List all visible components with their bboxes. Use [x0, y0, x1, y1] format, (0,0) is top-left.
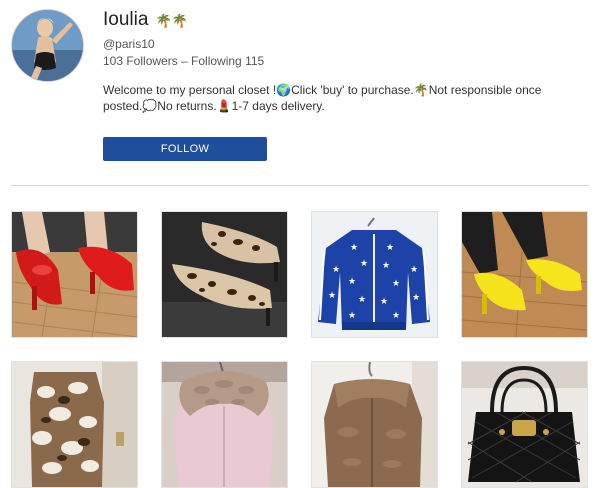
svg-text:★: ★	[348, 277, 356, 287]
svg-text:★: ★	[358, 295, 366, 305]
quilted-handbag-image	[462, 362, 587, 487]
palm-tree-icon: 🌴🌴	[155, 13, 189, 28]
svg-text:★: ★	[360, 259, 368, 269]
svg-text:★: ★	[382, 261, 390, 271]
product-tile-shearling-jacket[interactable]	[311, 361, 438, 488]
profile-handle: @paris10	[103, 37, 155, 51]
follow-button[interactable]: FOLLOW	[103, 137, 267, 161]
svg-text:★: ★	[392, 311, 400, 321]
svg-text:★: ★	[386, 243, 394, 253]
profile-bio: Welcome to my personal closet !🌍Click 'b…	[103, 83, 542, 113]
star-jacket-image: ★ ★★ ★★ ★ ★ ★★ ★★ ★ ★ ★	[312, 212, 437, 337]
svg-text:★: ★	[350, 243, 358, 253]
svg-text:★: ★	[332, 265, 340, 275]
yellow-heels-image	[462, 212, 587, 337]
fur-collar-jacket-image	[162, 362, 287, 487]
red-heels-image	[12, 212, 137, 337]
svg-text:★: ★	[392, 279, 400, 289]
svg-text:★: ★	[410, 265, 418, 275]
product-tile-fur-vest[interactable]	[11, 361, 138, 488]
profile-name: Ioulia 🌴🌴	[103, 9, 188, 31]
svg-text:★: ★	[412, 293, 420, 303]
svg-text:★: ★	[348, 311, 356, 321]
product-tile-red-heels[interactable]	[11, 211, 138, 338]
profile-name-text: Ioulia	[103, 9, 149, 30]
product-tile-yellow-heels[interactable]	[461, 211, 588, 338]
profile-avatar	[11, 9, 84, 82]
svg-text:★: ★	[328, 291, 336, 301]
svg-text:★: ★	[380, 297, 388, 307]
fur-vest-image	[12, 362, 137, 487]
product-tile-quilted-handbag[interactable]	[461, 361, 588, 488]
product-tile-fur-collar-jacket[interactable]	[161, 361, 288, 488]
leopard-pumps-image	[162, 212, 287, 337]
follow-stats: 103 Followers – Following 115	[103, 54, 265, 68]
shearling-jacket-image	[312, 362, 437, 487]
product-tile-leopard-pumps[interactable]	[161, 211, 288, 338]
divider	[11, 185, 589, 186]
product-tile-star-jacket[interactable]: ★ ★ ★ ★ ★ ★ ★ ★ ★ ★ ★ ★ ★ ★	[311, 211, 438, 338]
